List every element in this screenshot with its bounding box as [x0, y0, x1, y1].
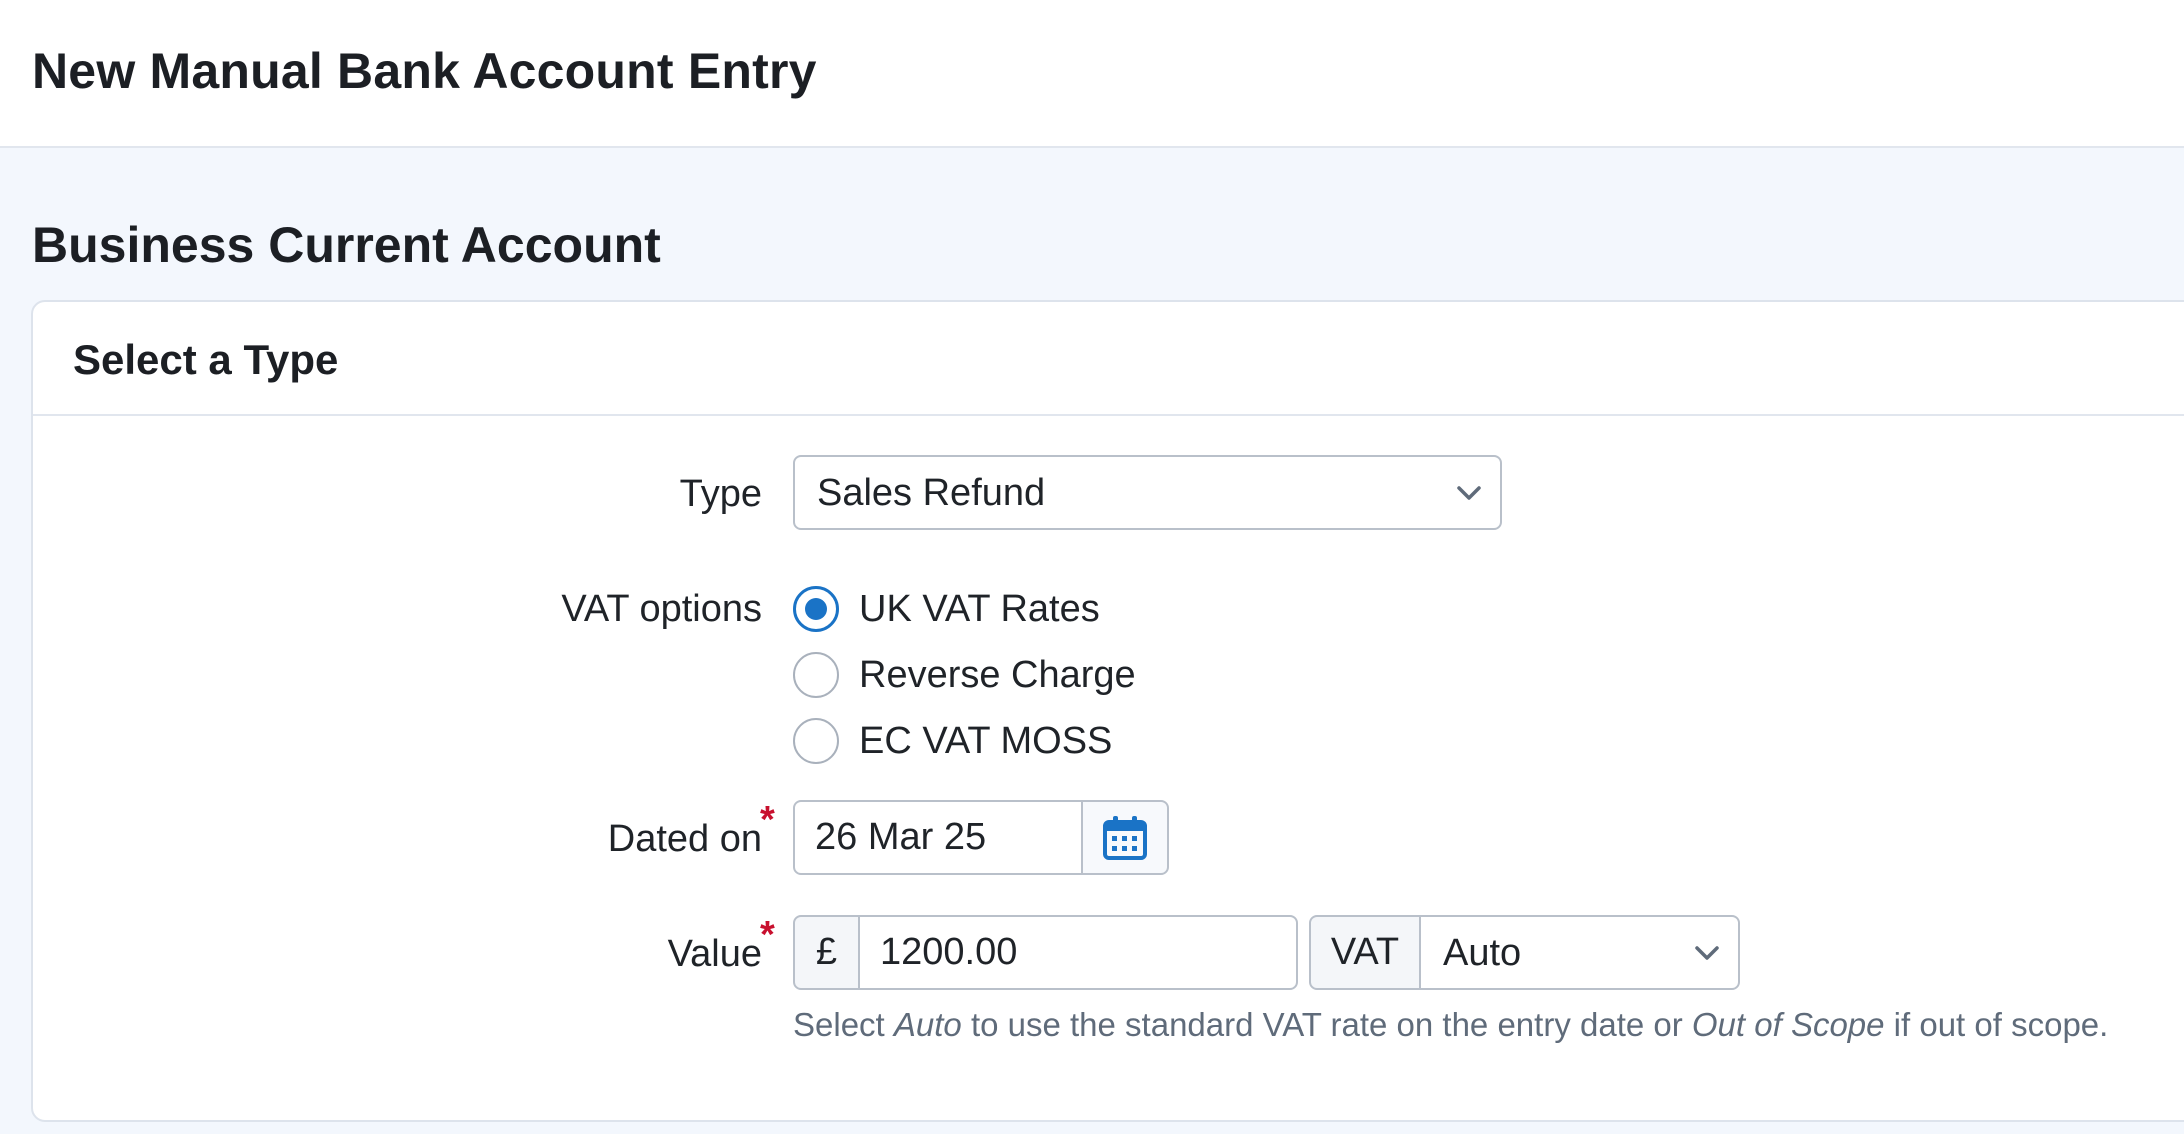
chevron-down-icon — [1457, 486, 1481, 500]
page-title: New Manual Bank Account Entry — [32, 43, 817, 99]
help-text-part: to use the standard VAT rate on the entr… — [961, 1006, 1692, 1043]
vat-rate-select-value: Auto — [1443, 932, 1522, 974]
type-select[interactable]: Sales Refund — [793, 455, 1502, 530]
vat-rate-select[interactable]: Auto — [1419, 915, 1740, 990]
type-label: Type — [679, 473, 762, 515]
radio-button[interactable] — [793, 652, 839, 698]
account-title: Business Current Account — [32, 217, 661, 273]
radio-label: UK VAT Rates — [859, 588, 1100, 630]
section-title: Select a Type — [73, 336, 339, 383]
required-marker: * — [760, 799, 775, 841]
top-bar: New Manual Bank Account Entry — [0, 0, 2184, 148]
help-text-emphasis: Out of Scope — [1691, 1006, 1885, 1043]
help-text-part: if out of scope. — [1884, 1006, 2109, 1043]
radio-button-checked[interactable] — [793, 586, 839, 632]
entry-form-card: Select a Type — [31, 300, 2184, 1122]
vat-addon-label: VAT — [1309, 915, 1421, 990]
currency-symbol: £ — [793, 915, 860, 990]
radio-label: Reverse Charge — [859, 654, 1136, 696]
dated-on-label: Dated on — [607, 818, 762, 860]
amount-input[interactable] — [858, 915, 1298, 990]
calendar-icon — [1103, 816, 1147, 860]
radio-button[interactable] — [793, 718, 839, 764]
vat-help-text: Select Auto to use the standard VAT rate… — [793, 1002, 2108, 1048]
date-input[interactable] — [793, 800, 1083, 875]
radio-label: EC VAT MOSS — [859, 720, 1113, 762]
type-select-value: Sales Refund — [817, 472, 1046, 514]
value-label: Value — [667, 933, 762, 975]
required-marker: * — [760, 914, 775, 956]
vat-options-label: VAT options — [561, 588, 762, 630]
chevron-down-icon — [1695, 946, 1719, 960]
help-text-emphasis: Auto — [893, 1006, 962, 1043]
card-header: Select a Type — [33, 302, 2184, 416]
date-picker-button[interactable] — [1081, 800, 1169, 875]
help-text-part: Select — [793, 1006, 894, 1043]
